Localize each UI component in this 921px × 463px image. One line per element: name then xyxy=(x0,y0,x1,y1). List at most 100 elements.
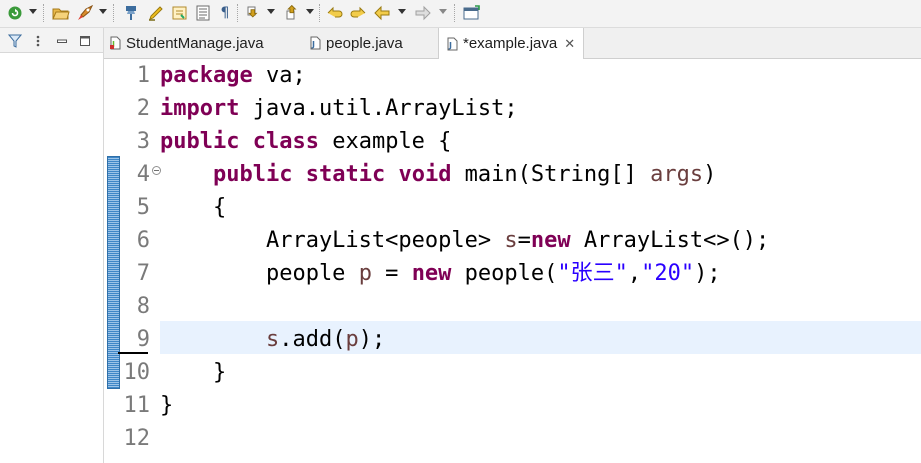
keyword-token: class xyxy=(252,129,319,154)
line-number: 1 xyxy=(136,63,150,88)
code-token: .add( xyxy=(279,327,346,352)
line-number: 3 xyxy=(136,129,150,154)
code-token: , xyxy=(627,261,642,286)
tab-label: StudentManage.java xyxy=(126,34,264,52)
toolbar-separator xyxy=(237,4,238,22)
line-number: 7 xyxy=(136,261,150,286)
code-token: = xyxy=(517,228,531,253)
keyword-token: import xyxy=(160,96,240,121)
back-dropdown-icon[interactable] xyxy=(398,9,406,14)
line-number: 6 xyxy=(136,228,150,253)
toolbar-separator xyxy=(43,4,44,22)
prev-annotation-dropdown-icon[interactable] xyxy=(306,9,314,14)
keyword-token: static xyxy=(305,162,386,187)
left-panel-toolbar xyxy=(0,28,103,53)
tab-example[interactable]: J *example.java ✕ xyxy=(438,28,585,59)
string-token: "20" xyxy=(641,261,695,286)
string-token: "张三" xyxy=(557,261,628,286)
main-toolbar: ¶ xyxy=(0,0,921,28)
tab-label: *example.java xyxy=(463,35,558,52)
pin-icon[interactable] xyxy=(121,3,141,23)
line-number: 11 xyxy=(123,393,151,418)
code-token: ); xyxy=(694,261,721,286)
variable-token: p xyxy=(345,327,359,352)
last-edit-icon[interactable] xyxy=(325,3,345,23)
filter-icon[interactable] xyxy=(7,31,23,51)
code-line[interactable]: } xyxy=(160,356,226,389)
new-window-icon[interactable] xyxy=(462,3,482,23)
code-token: } xyxy=(160,393,174,418)
keyword-token: void xyxy=(398,162,452,187)
code-line[interactable]: public class example { xyxy=(160,125,451,158)
code-token: people( xyxy=(451,261,558,286)
rocket-dropdown-icon[interactable] xyxy=(99,9,107,14)
forward-dropdown-icon[interactable] xyxy=(439,9,447,14)
svg-text:J: J xyxy=(448,41,452,50)
code-token: ) xyxy=(703,162,717,187)
code-line[interactable]: } xyxy=(160,389,173,422)
code-line[interactable]: public static void main(String[] args) xyxy=(160,158,716,191)
line-number: 10 xyxy=(123,360,151,385)
code-line[interactable]: s.add(p); xyxy=(160,323,385,356)
code-token: ); xyxy=(358,327,386,352)
marker-icon[interactable] xyxy=(146,3,166,23)
minimize-icon[interactable] xyxy=(55,31,69,51)
maximize-icon[interactable] xyxy=(78,31,92,51)
prev-annotation-icon[interactable] xyxy=(283,3,301,23)
toggle-icon[interactable] xyxy=(170,3,190,23)
code-token: java.util.ArrayList; xyxy=(239,96,518,121)
code-token: va; xyxy=(252,63,306,88)
code-token: people xyxy=(160,261,359,286)
line-number: 4 xyxy=(136,162,150,187)
line-number: 2 xyxy=(136,96,150,121)
variable-token: p xyxy=(358,261,372,286)
code-token: } xyxy=(160,360,227,385)
back-icon[interactable] xyxy=(373,3,391,23)
java-file-icon: J xyxy=(447,37,458,51)
next-annotation-icon[interactable] xyxy=(244,3,262,23)
java-file-icon: J xyxy=(310,36,321,50)
code-token: = xyxy=(371,261,412,286)
keyword-token: public xyxy=(212,162,293,187)
toolbar-separator xyxy=(319,4,320,22)
tab-label: people.java xyxy=(326,34,403,52)
line-number: 5 xyxy=(136,195,150,220)
view-menu-icon[interactable] xyxy=(32,31,44,51)
open-folder-icon[interactable] xyxy=(51,3,71,23)
code-editor[interactable]: 1 package va; 2 import java.util.ArrayList;… xyxy=(104,59,921,463)
next-annotation-dropdown-icon[interactable] xyxy=(267,9,275,14)
variable-token: s xyxy=(265,327,280,352)
variable-token: s xyxy=(504,228,518,253)
keyword-token: public xyxy=(160,129,240,154)
run-dropdown-icon[interactable] xyxy=(29,9,37,14)
line-number: 9 xyxy=(136,327,150,352)
variable-token: args xyxy=(650,162,704,187)
code-line[interactable]: ArrayList<people> s=new ArrayList<>(); xyxy=(160,224,769,257)
rocket-icon[interactable] xyxy=(76,3,96,23)
code-line[interactable]: people p = new people("张三","20"); xyxy=(160,257,721,290)
code-token: main(String[] xyxy=(451,162,651,187)
code-token: { xyxy=(160,195,227,220)
toolbar-separator xyxy=(113,4,114,22)
keyword-token: package xyxy=(160,63,253,88)
tab-people[interactable]: J people.java xyxy=(310,28,403,58)
keyword-token: new xyxy=(411,261,452,286)
line-number: 8 xyxy=(136,294,150,319)
last-edit-nav-icon[interactable] xyxy=(348,3,368,23)
outline-icon[interactable] xyxy=(193,3,213,23)
code-line[interactable]: import java.util.ArrayList; xyxy=(160,92,518,125)
close-icon[interactable]: ✕ xyxy=(564,36,575,52)
left-view-panel xyxy=(0,28,104,463)
run-icon[interactable] xyxy=(6,3,24,23)
tab-studentmanage[interactable]: J StudentManage.java xyxy=(110,28,264,58)
code-line[interactable]: package va; xyxy=(160,59,306,92)
pilcrow-icon[interactable]: ¶ xyxy=(217,3,233,23)
toolbar-separator xyxy=(454,4,455,22)
forward-icon[interactable] xyxy=(414,3,432,23)
code-line[interactable]: { xyxy=(160,191,226,224)
code-token: example { xyxy=(318,129,452,154)
